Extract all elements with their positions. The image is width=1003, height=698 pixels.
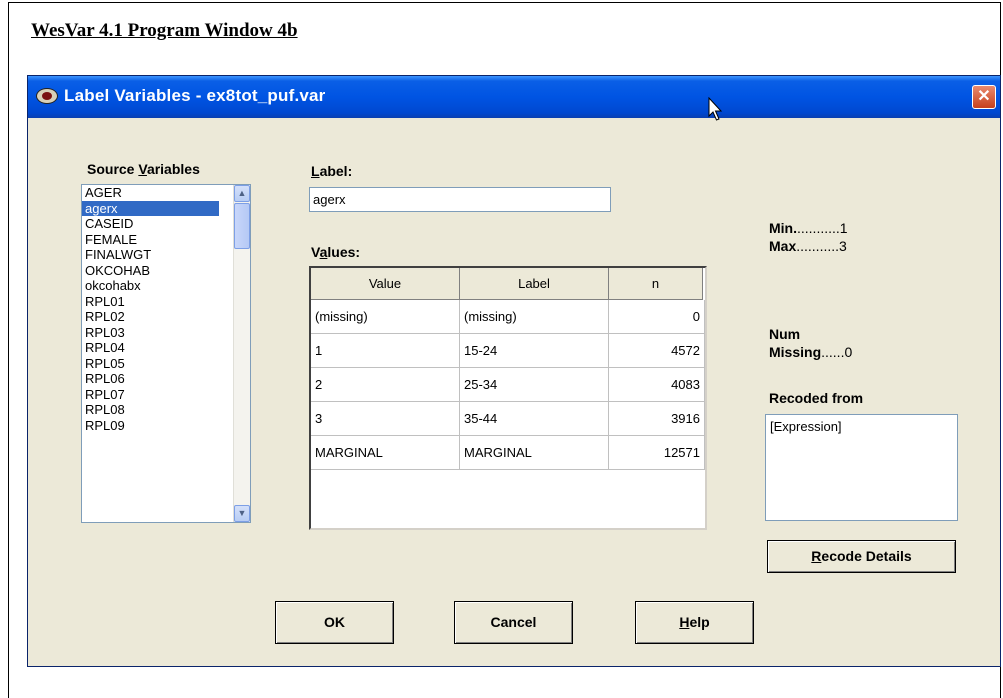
table-cell[interactable]: MARGINAL: [311, 436, 460, 469]
list-item[interactable]: RPL01: [82, 294, 250, 310]
recoded-from-label: Recoded from: [769, 390, 864, 406]
table-cell[interactable]: 25-34: [460, 368, 609, 401]
chevron-up-icon: ▲: [237, 188, 247, 198]
scroll-thumb[interactable]: [234, 203, 250, 249]
table-cell[interactable]: 0: [609, 300, 705, 333]
table-cell[interactable]: 3: [311, 402, 460, 435]
label-variables-dialog: Label Variables - ex8tot_puf.var ✕ Sourc…: [27, 75, 1001, 667]
column-header-value[interactable]: Value: [311, 268, 460, 300]
table-row[interactable]: MARGINAL MARGINAL 12571: [311, 436, 705, 470]
recoded-from-box[interactable]: [Expression]: [765, 414, 958, 521]
table-row[interactable]: 2 25-34 4083: [311, 368, 705, 402]
list-item[interactable]: RPL05: [82, 356, 250, 372]
list-item[interactable]: RPL08: [82, 402, 250, 418]
table-cell[interactable]: 1: [311, 334, 460, 367]
list-item[interactable]: FINALWGT: [82, 247, 250, 263]
column-header-label[interactable]: Label: [460, 268, 609, 300]
list-item[interactable]: FEMALE: [82, 232, 250, 248]
table-row[interactable]: (missing) (missing) 0: [311, 300, 705, 334]
table-cell[interactable]: 2: [311, 368, 460, 401]
table-row[interactable]: 3 35-44 3916: [311, 402, 705, 436]
list-item[interactable]: agerx: [82, 200, 219, 216]
table-cell[interactable]: (missing): [460, 300, 609, 333]
table-cell[interactable]: 35-44: [460, 402, 609, 435]
values-grid[interactable]: Value Label n (missing) (missing) 0 1 15-24 4…: [309, 266, 707, 530]
min-stat: Min............1: [769, 220, 848, 236]
table-cell[interactable]: 15-24: [460, 334, 609, 367]
help-button[interactable]: Help: [635, 601, 754, 644]
ok-button[interactable]: OK: [275, 601, 394, 644]
chevron-down-icon: ▼: [237, 508, 247, 518]
window-title: Label Variables - ex8tot_puf.var: [64, 86, 326, 105]
list-item[interactable]: AGER: [82, 185, 250, 201]
document-title: WesVar 4.1 Program Window 4b: [31, 20, 298, 41]
label-input[interactable]: agerx: [309, 187, 611, 212]
table-cell[interactable]: 12571: [609, 436, 705, 469]
column-header-n[interactable]: n: [609, 268, 703, 300]
list-item[interactable]: RPL07: [82, 387, 250, 403]
recode-details-button[interactable]: Recode Details: [767, 540, 956, 573]
table-cell[interactable]: 4083: [609, 368, 705, 401]
values-label: Values:: [311, 244, 361, 260]
list-item[interactable]: RPL09: [82, 418, 250, 434]
table-cell[interactable]: MARGINAL: [460, 436, 609, 469]
table-cell[interactable]: (missing): [311, 300, 460, 333]
title-bar[interactable]: Label Variables - ex8tot_puf.var ✕: [28, 76, 1000, 121]
source-variables-list[interactable]: AGER agerx CASEID FEMALE FINALWGT OKCOHAB okco…: [81, 184, 251, 523]
list-item[interactable]: OKCOHAB: [82, 263, 250, 279]
wesvar-app-icon: [36, 88, 58, 104]
table-cell[interactable]: 3916: [609, 402, 705, 435]
table-row[interactable]: 1 15-24 4572: [311, 334, 705, 368]
scroll-up-button[interactable]: ▲: [234, 185, 250, 202]
missing-stat: Missing......0: [769, 344, 853, 360]
cancel-button[interactable]: Cancel: [454, 601, 573, 644]
list-item[interactable]: okcohabx: [82, 278, 250, 294]
list-item[interactable]: RPL04: [82, 340, 250, 356]
list-item[interactable]: RPL03: [82, 325, 250, 341]
label-field-label: Label:: [311, 163, 353, 179]
num-label: Num: [769, 326, 801, 342]
list-item[interactable]: CASEID: [82, 216, 250, 232]
scroll-down-button[interactable]: ▼: [234, 505, 250, 522]
close-button[interactable]: ✕: [972, 85, 996, 109]
max-stat: Max...........3: [769, 238, 847, 254]
vertical-scrollbar[interactable]: ▲ ▼: [233, 185, 250, 522]
list-item[interactable]: RPL02: [82, 309, 250, 325]
list-items: AGER agerx CASEID FEMALE FINALWGT OKCOHAB okco…: [82, 185, 250, 433]
mouse-cursor-icon: [708, 97, 723, 121]
table-cell[interactable]: 4572: [609, 334, 705, 367]
source-variables-label: Source Variables: [87, 161, 200, 177]
list-item[interactable]: RPL06: [82, 371, 250, 387]
